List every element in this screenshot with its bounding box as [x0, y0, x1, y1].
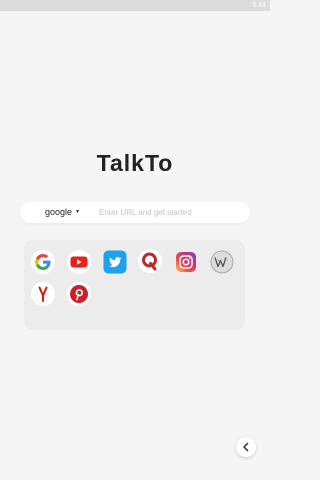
search-bar: google ▼ — [20, 202, 250, 223]
twitter-icon — [103, 250, 127, 274]
search-engine-label: google — [45, 207, 73, 217]
youtube-icon — [67, 250, 91, 274]
quora-icon — [138, 249, 162, 273]
shortcut-instagram[interactable] — [173, 249, 199, 275]
instagram-icon — [176, 252, 196, 272]
chevron-left-icon — [243, 442, 249, 452]
back-button[interactable] — [236, 437, 256, 457]
app-title: TalkTo — [96, 150, 174, 176]
google-icon — [31, 250, 55, 274]
shortcut-youtube[interactable] — [66, 249, 92, 275]
search-engine-selector[interactable]: google ▼ — [45, 202, 80, 223]
shortcut-pinterest[interactable] — [66, 281, 92, 307]
yandex-icon — [31, 282, 55, 306]
shortcut-wikipedia[interactable] — [209, 249, 235, 275]
wikipedia-icon — [210, 250, 234, 274]
shortcuts-panel — [24, 240, 245, 330]
status-time: 5:44 — [252, 2, 266, 9]
caret-down-icon: ▼ — [75, 209, 80, 216]
shortcut-quora[interactable] — [137, 248, 163, 274]
pinterest-icon — [67, 282, 91, 306]
shortcut-yandex[interactable] — [30, 281, 56, 307]
shortcut-twitter[interactable] — [102, 249, 128, 275]
url-input[interactable] — [99, 205, 249, 220]
status-bar: 5:44 — [0, 0, 270, 11]
shortcut-google[interactable] — [30, 249, 56, 275]
